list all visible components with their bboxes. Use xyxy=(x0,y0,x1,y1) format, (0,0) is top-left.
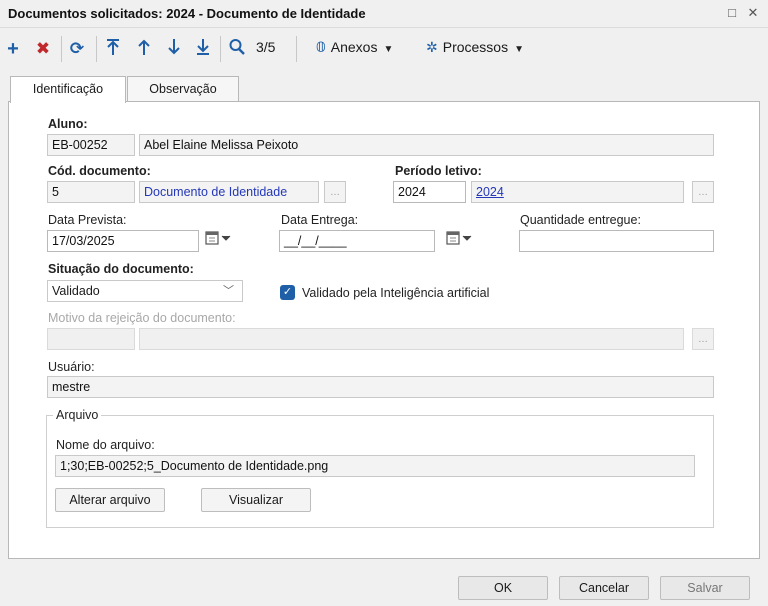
toolbar: + ✖ ⟳ 3/5 𝟘 Anexos ▼ ✲ Processos ▼ xyxy=(0,28,768,68)
nome-arquivo-label: Nome do arquivo: xyxy=(56,438,155,452)
situacao-value: Validado xyxy=(52,284,100,298)
arrow-down-icon xyxy=(168,39,180,55)
processos-label: Processos xyxy=(442,39,509,55)
aluno-label: Aluno: xyxy=(48,117,88,131)
tab-observacao[interactable]: Observação xyxy=(127,76,239,102)
next-record-icon[interactable] xyxy=(165,38,183,60)
dialog-footer: OK Cancelar Salvar xyxy=(0,566,768,606)
data-entrega-calendar-button[interactable] xyxy=(443,231,477,251)
toolbar-separator xyxy=(220,36,221,62)
cancel-button[interactable]: Cancelar xyxy=(559,576,649,600)
chevron-down-icon: ﹀ xyxy=(223,285,234,297)
toolbar-separator xyxy=(96,36,97,62)
chevron-down-icon: ▼ xyxy=(514,44,524,55)
first-record-icon[interactable] xyxy=(104,38,122,60)
quantidade-entregue-field[interactable] xyxy=(519,230,714,252)
gear-icon: ✲ xyxy=(426,39,438,55)
periodo-letivo-code-field[interactable]: 2024 xyxy=(393,181,466,203)
anexos-menu-button[interactable]: 𝟘 Anexos ▼ xyxy=(316,39,393,56)
aluno-code-field[interactable]: EB-00252 xyxy=(47,134,135,156)
nome-arquivo-field[interactable]: 1;30;EB-00252;5_Documento de Identidade.… xyxy=(55,455,695,477)
search-icon[interactable] xyxy=(228,38,246,60)
chevron-down-icon: ▼ xyxy=(383,44,394,55)
ok-button[interactable]: OK xyxy=(458,576,548,600)
delete-icon[interactable]: ✖ xyxy=(34,38,52,60)
record-position: 3/5 xyxy=(256,39,276,55)
close-button[interactable]: ✕ xyxy=(744,4,762,22)
cod-documento-label: Cód. documento: xyxy=(48,164,151,178)
cod-documento-code-field[interactable]: 5 xyxy=(47,181,135,203)
validado-ia-checkbox[interactable]: ✓ xyxy=(280,285,295,300)
tab-identificacao[interactable]: Identificação xyxy=(10,76,126,103)
situacao-label: Situação do documento: xyxy=(48,262,194,276)
motivo-rejeicao-label: Motivo da rejeição do documento: xyxy=(48,311,236,325)
calendar-icon xyxy=(205,231,231,245)
alterar-arquivo-button[interactable]: Alterar arquivo xyxy=(55,488,165,512)
anexos-label: Anexos xyxy=(330,39,378,55)
data-prevista-calendar-button[interactable] xyxy=(202,231,236,251)
periodo-letivo-link[interactable]: 2024 xyxy=(476,185,504,199)
data-entrega-label: Data Entrega: xyxy=(281,213,359,227)
toolbar-separator xyxy=(296,36,297,62)
quantidade-entregue-label: Quantidade entregue: xyxy=(520,213,641,227)
paperclip-icon: 𝟘 xyxy=(316,39,326,55)
calendar-icon xyxy=(446,231,472,245)
refresh-icon[interactable]: ⟳ xyxy=(67,38,87,60)
cod-documento-name-field[interactable]: Documento de Identidade xyxy=(139,181,319,203)
motivo-rejeicao-code-field[interactable] xyxy=(47,328,135,350)
usuario-field[interactable]: mestre xyxy=(47,376,714,398)
motivo-rejeicao-name-field[interactable] xyxy=(139,328,684,350)
arrow-up-icon xyxy=(138,39,150,55)
aluno-name-field[interactable]: Abel Elaine Melissa Peixoto xyxy=(139,134,714,156)
arquivo-legend: Arquivo xyxy=(56,408,99,422)
maximize-button[interactable]: □ xyxy=(723,4,741,22)
situacao-select[interactable]: Validado ﹀ xyxy=(47,280,243,302)
periodo-letivo-label: Período letivo: xyxy=(395,164,482,178)
data-prevista-field[interactable]: 17/03/2025 xyxy=(47,230,199,252)
validado-ia-label: Validado pela Inteligência artificial xyxy=(302,286,490,300)
data-prevista-label: Data Prevista: xyxy=(48,213,127,227)
periodo-letivo-lookup-button[interactable]: … xyxy=(692,181,714,203)
previous-record-icon[interactable] xyxy=(135,38,153,60)
processos-menu-button[interactable]: ✲ Processos ▼ xyxy=(426,39,524,56)
visualizar-button[interactable]: Visualizar xyxy=(201,488,311,512)
usuario-label: Usuário: xyxy=(48,360,95,374)
window-title: Documentos solicitados: 2024 - Documento… xyxy=(8,6,366,21)
add-icon[interactable]: + xyxy=(4,38,22,60)
arrow-to-top-icon xyxy=(107,39,119,55)
title-bar: Documentos solicitados: 2024 - Documento… xyxy=(0,0,768,28)
arrow-to-bottom-icon xyxy=(197,39,209,55)
motivo-rejeicao-lookup-button[interactable]: … xyxy=(692,328,714,350)
toolbar-separator xyxy=(61,36,62,62)
last-record-icon[interactable] xyxy=(194,38,212,60)
data-entrega-field[interactable]: __/__/____ xyxy=(279,230,435,252)
save-button[interactable]: Salvar xyxy=(660,576,750,600)
cod-documento-lookup-button[interactable]: … xyxy=(324,181,346,203)
periodo-letivo-name-field[interactable]: 2024 xyxy=(471,181,684,203)
